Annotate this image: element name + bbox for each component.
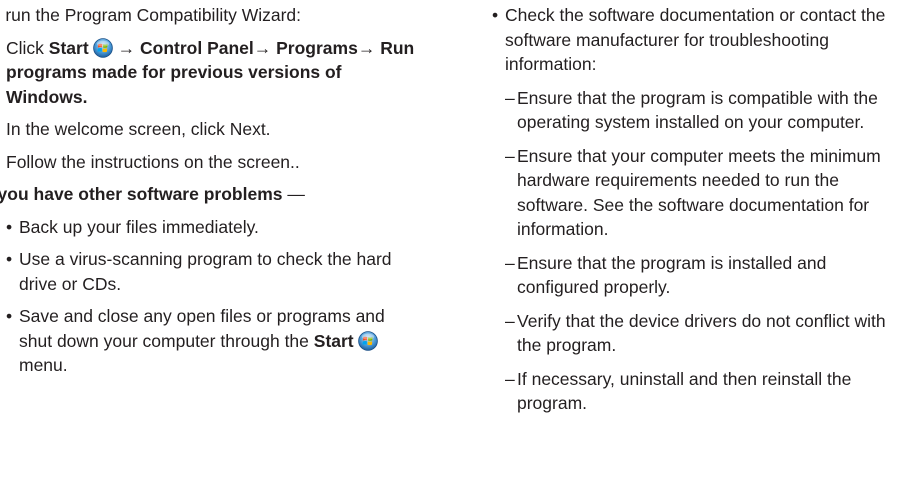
list-item: • Use a virus-scanning program to check … bbox=[6, 247, 422, 296]
step-3: 3. Follow the instructions on the screen… bbox=[0, 150, 422, 175]
right-column: • Check the software documentation or co… bbox=[492, 3, 910, 425]
start-label: Start bbox=[48, 37, 89, 58]
list-item: • Save and close any open files or progr… bbox=[6, 304, 422, 378]
wizard-intro: To run the Program Compatibility Wizard: bbox=[0, 5, 301, 25]
menu-text: menu. bbox=[19, 355, 68, 375]
list-item-text: Back up your files immediately. bbox=[19, 216, 259, 237]
dash-icon: – bbox=[505, 87, 515, 108]
dash-icon: – bbox=[505, 252, 515, 273]
list-item: • Check the software documentation or co… bbox=[492, 3, 910, 77]
software-problems-heading: If you have other software problems — bbox=[0, 182, 422, 207]
list-item-text: If necessary, uninstall and then reinsta… bbox=[517, 368, 852, 414]
windows-start-orb-icon bbox=[357, 330, 378, 351]
bullet-icon: • bbox=[6, 249, 13, 269]
dash-icon: – bbox=[505, 145, 515, 166]
bullet-icon: • bbox=[492, 5, 499, 25]
list-item: • Back up your files immediately. bbox=[6, 215, 422, 240]
step-1-click-text: Click bbox=[6, 37, 49, 58]
list-item: – If necessary, uninstall and then reins… bbox=[505, 367, 910, 416]
list-item: – Ensure that your computer meets the mi… bbox=[505, 144, 910, 242]
manual-page: To run the Program Compatibility Wizard:… bbox=[0, 0, 912, 485]
list-item: – Ensure that the program is compatible … bbox=[505, 86, 910, 135]
heading-bold-text: If you have other software problems bbox=[0, 184, 283, 204]
list-item-text: Ensure that the program is installed and… bbox=[517, 252, 827, 298]
heading-dash: — bbox=[282, 184, 305, 204]
list-item: – Verify that the device drivers do not … bbox=[505, 309, 910, 358]
list-item-text: Verify that the device drivers do not co… bbox=[517, 310, 886, 356]
troubleshooting-list: – Ensure that the program is compatible … bbox=[492, 86, 910, 416]
step-2-text: In the welcome screen, click Next. bbox=[6, 119, 271, 139]
dash-icon: – bbox=[505, 368, 515, 389]
list-item-text: Use a virus-scanning program to check th… bbox=[19, 249, 392, 294]
list-item-text: Check the software documentation or cont… bbox=[505, 5, 886, 74]
step-1: 1. Click Start → Control Panel→ Programs… bbox=[0, 36, 422, 110]
list-item: – Ensure that the program is installed a… bbox=[505, 251, 910, 300]
dash-icon: – bbox=[505, 310, 515, 331]
software-problems-list: • Back up your files immediately. • Use … bbox=[0, 215, 422, 378]
bullet-icon: • bbox=[6, 216, 13, 237]
left-column: To run the Program Compatibility Wizard:… bbox=[0, 3, 422, 386]
list-item-text: Ensure that the program is compatible wi… bbox=[517, 87, 878, 133]
windows-start-orb-icon bbox=[92, 37, 113, 58]
step-2: 2. In the welcome screen, click Next. bbox=[0, 117, 422, 142]
bullet-icon: • bbox=[6, 306, 13, 326]
start-label: Start bbox=[313, 330, 354, 351]
step-3-text: Follow the instructions on the screen.. bbox=[6, 151, 300, 172]
list-item-text: Ensure that your computer meets the mini… bbox=[517, 145, 881, 240]
